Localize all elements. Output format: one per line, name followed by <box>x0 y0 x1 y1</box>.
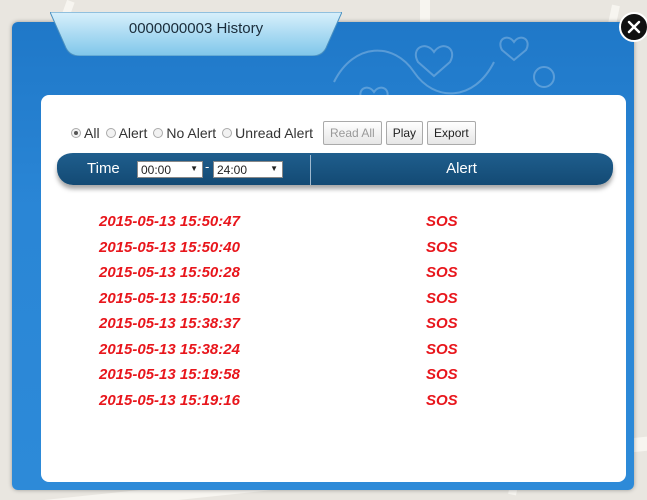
table-row[interactable]: 2015-05-13 15:19:58 SOS <box>41 366 626 392</box>
filter-no-alert-label: No Alert <box>166 125 217 141</box>
export-button[interactable]: Export <box>427 121 476 145</box>
decorative-pattern <box>333 36 555 102</box>
time-to-value: 24:00 <box>217 162 248 177</box>
read-all-button[interactable]: Read All <box>323 121 382 145</box>
filter-no-alert-radio[interactable]: No Alert <box>153 125 216 141</box>
title-tab: 0000000003 History <box>50 12 342 56</box>
chevron-down-icon: ▼ <box>190 164 198 173</box>
filter-unread-alert-label: Unread Alert <box>235 125 313 141</box>
row-alert: SOS <box>426 340 458 358</box>
row-time: 2015-05-13 15:19:16 <box>99 391 240 409</box>
radio-icon <box>105 128 116 138</box>
play-button[interactable]: Play <box>385 121 424 145</box>
row-time: 2015-05-13 15:19:58 <box>99 366 240 383</box>
table-row[interactable]: 2015-05-13 15:38:24 SOS <box>41 341 626 367</box>
row-alert: SOS <box>426 264 458 281</box>
table-header: Time 00:00 ▼ - 24:00 ▼ Alert <box>57 153 613 185</box>
row-alert: SOS <box>426 238 458 256</box>
time-from-select[interactable]: 00:00 ▼ <box>137 161 203 178</box>
close-button[interactable] <box>619 12 647 42</box>
filter-unread-alert-radio[interactable]: Unread Alert <box>222 125 313 141</box>
row-alert: SOS <box>426 289 458 307</box>
filter-all-radio[interactable]: All <box>71 125 100 141</box>
row-alert: SOS <box>426 315 458 332</box>
table-row[interactable]: 2015-05-13 15:50:47 SOS <box>41 213 626 239</box>
history-panel: All Alert No Alert Unread Alert Read All… <box>41 95 626 482</box>
radio-icon <box>222 128 233 138</box>
table-row[interactable]: 2015-05-13 15:19:16 SOS <box>41 392 626 418</box>
time-range-separator: - <box>205 159 210 174</box>
row-alert: SOS <box>426 213 458 230</box>
time-column-header: Time <box>87 160 120 177</box>
row-time: 2015-05-13 15:38:24 <box>99 340 240 358</box>
row-time: 2015-05-13 15:50:16 <box>99 289 240 307</box>
table-row[interactable]: 2015-05-13 15:50:40 SOS <box>41 239 626 265</box>
time-from-value: 00:00 <box>141 162 172 177</box>
window-title: 0000000003 History <box>128 20 264 37</box>
row-alert: SOS <box>426 366 458 383</box>
filter-alert-label: Alert <box>118 125 148 141</box>
filter-alert-radio[interactable]: Alert <box>105 125 148 141</box>
row-time: 2015-05-13 15:50:28 <box>99 264 240 281</box>
row-alert: SOS <box>426 391 458 409</box>
radio-icon <box>71 128 81 138</box>
alert-column-header: Alert <box>446 160 477 177</box>
row-time: 2015-05-13 15:50:40 <box>99 238 240 256</box>
close-icon <box>627 20 641 34</box>
filter-all-label: All <box>84 125 100 141</box>
history-list: 2015-05-13 15:50:47 SOS 2015-05-13 15:50… <box>41 213 626 417</box>
chevron-down-icon: ▼ <box>270 164 278 173</box>
time-to-select[interactable]: 24:00 ▼ <box>213 161 283 178</box>
row-time: 2015-05-13 15:50:47 <box>99 213 240 230</box>
row-time: 2015-05-13 15:38:37 <box>99 315 240 332</box>
table-row[interactable]: 2015-05-13 15:50:28 SOS <box>41 264 626 290</box>
table-row[interactable]: 2015-05-13 15:50:16 SOS <box>41 290 626 316</box>
history-dialog: 0000000003 History All Alert No Alert Un… <box>12 12 634 490</box>
radio-icon <box>153 128 164 138</box>
filter-bar: All Alert No Alert Unread Alert Read All… <box>71 121 476 145</box>
table-row[interactable]: 2015-05-13 15:38:37 SOS <box>41 315 626 341</box>
